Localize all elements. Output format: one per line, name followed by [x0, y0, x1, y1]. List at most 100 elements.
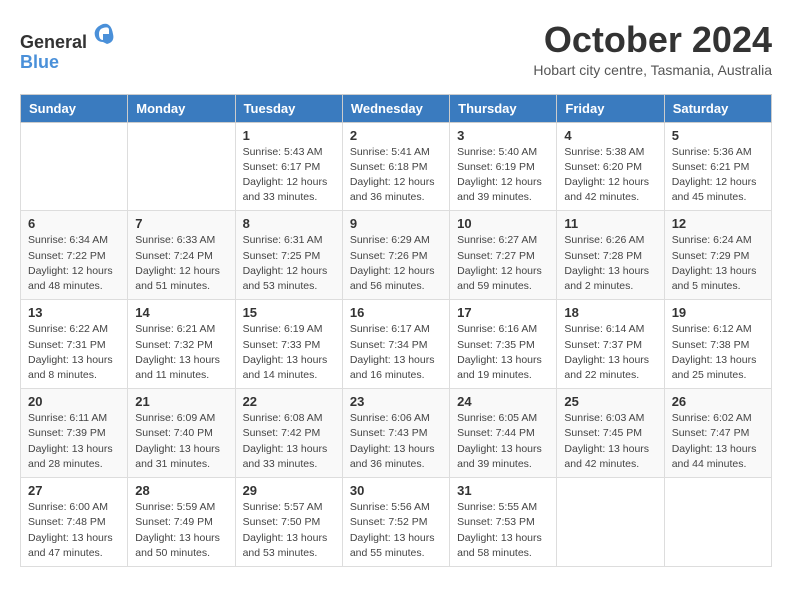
day-info: Sunrise: 6:03 AM Sunset: 7:45 PM Dayligh… [564, 411, 656, 472]
day-number: 7 [135, 216, 227, 231]
day-info: Sunrise: 6:05 AM Sunset: 7:44 PM Dayligh… [457, 411, 549, 472]
calendar-cell: 13 Sunrise: 6:22 AM Sunset: 7:31 PM Dayli… [21, 300, 128, 389]
day-info: Sunrise: 5:36 AM Sunset: 6:21 PM Dayligh… [672, 145, 764, 206]
day-info: Sunrise: 6:19 AM Sunset: 7:33 PM Dayligh… [243, 322, 335, 383]
calendar-day-header: Thursday [450, 94, 557, 122]
day-info: Sunrise: 6:11 AM Sunset: 7:39 PM Dayligh… [28, 411, 120, 472]
day-info: Sunrise: 5:41 AM Sunset: 6:18 PM Dayligh… [350, 145, 442, 206]
day-info: Sunrise: 6:14 AM Sunset: 7:37 PM Dayligh… [564, 322, 656, 383]
day-number: 17 [457, 305, 549, 320]
calendar-day-header: Monday [128, 94, 235, 122]
day-number: 25 [564, 394, 656, 409]
calendar-day-header: Wednesday [342, 94, 449, 122]
day-number: 2 [350, 128, 442, 143]
title-block: October 2024 Hobart city centre, Tasmani… [533, 20, 772, 78]
day-number: 27 [28, 483, 120, 498]
calendar-cell: 11 Sunrise: 6:26 AM Sunset: 7:28 PM Dayli… [557, 211, 664, 300]
location: Hobart city centre, Tasmania, Australia [533, 62, 772, 78]
day-number: 12 [672, 216, 764, 231]
calendar-cell: 17 Sunrise: 6:16 AM Sunset: 7:35 PM Dayli… [450, 300, 557, 389]
day-info: Sunrise: 6:31 AM Sunset: 7:25 PM Dayligh… [243, 233, 335, 294]
calendar-cell: 29Sunrise: 5:57 AM Sunset: 7:50 PM Dayli… [235, 478, 342, 567]
day-number: 31 [457, 483, 549, 498]
day-number: 20 [28, 394, 120, 409]
calendar-day-header: Sunday [21, 94, 128, 122]
calendar-cell: 30Sunrise: 5:56 AM Sunset: 7:52 PM Dayli… [342, 478, 449, 567]
calendar-cell: 20 Sunrise: 6:11 AM Sunset: 7:39 PM Dayli… [21, 389, 128, 478]
day-number: 4 [564, 128, 656, 143]
calendar-cell: 23 Sunrise: 6:06 AM Sunset: 7:43 PM Dayli… [342, 389, 449, 478]
day-info: Sunrise: 5:40 AM Sunset: 6:19 PM Dayligh… [457, 145, 549, 206]
calendar-table: SundayMondayTuesdayWednesdayThursdayFrid… [20, 94, 772, 567]
day-number: 23 [350, 394, 442, 409]
calendar-week-row: 1 Sunrise: 5:43 AM Sunset: 6:17 PM Daylig… [21, 122, 772, 211]
day-info: Sunrise: 6:08 AM Sunset: 7:42 PM Dayligh… [243, 411, 335, 472]
calendar-cell [664, 478, 771, 567]
calendar-cell: 28Sunrise: 5:59 AM Sunset: 7:49 PM Dayli… [128, 478, 235, 567]
day-info: Sunrise: 6:22 AM Sunset: 7:31 PM Dayligh… [28, 322, 120, 383]
day-info: Sunrise: 5:59 AM Sunset: 7:49 PM Dayligh… [135, 500, 227, 561]
day-number: 15 [243, 305, 335, 320]
calendar-cell: 9 Sunrise: 6:29 AM Sunset: 7:26 PM Daylig… [342, 211, 449, 300]
day-number: 3 [457, 128, 549, 143]
calendar-cell: 2 Sunrise: 5:41 AM Sunset: 6:18 PM Daylig… [342, 122, 449, 211]
calendar-cell: 19 Sunrise: 6:12 AM Sunset: 7:38 PM Dayli… [664, 300, 771, 389]
calendar-cell: 25 Sunrise: 6:03 AM Sunset: 7:45 PM Dayli… [557, 389, 664, 478]
day-number: 6 [28, 216, 120, 231]
day-number: 1 [243, 128, 335, 143]
calendar-cell: 4Sunrise: 5:38 AM Sunset: 6:20 PM Daylig… [557, 122, 664, 211]
calendar-cell: 8Sunrise: 6:31 AM Sunset: 7:25 PM Daylig… [235, 211, 342, 300]
calendar-cell [21, 122, 128, 211]
calendar-cell [128, 122, 235, 211]
day-info: Sunrise: 6:34 AM Sunset: 7:22 PM Dayligh… [28, 233, 120, 294]
calendar-week-row: 13 Sunrise: 6:22 AM Sunset: 7:31 PM Dayli… [21, 300, 772, 389]
calendar-day-header: Tuesday [235, 94, 342, 122]
calendar-day-header: Saturday [664, 94, 771, 122]
calendar-cell: 16Sunrise: 6:17 AM Sunset: 7:34 PM Dayli… [342, 300, 449, 389]
logo-blue: Blue [20, 52, 59, 72]
calendar-header-row: SundayMondayTuesdayWednesdayThursdayFrid… [21, 94, 772, 122]
day-number: 18 [564, 305, 656, 320]
calendar-cell: 15 Sunrise: 6:19 AM Sunset: 7:33 PM Dayli… [235, 300, 342, 389]
day-info: Sunrise: 5:57 AM Sunset: 7:50 PM Dayligh… [243, 500, 335, 561]
day-number: 24 [457, 394, 549, 409]
day-number: 11 [564, 216, 656, 231]
day-info: Sunrise: 6:27 AM Sunset: 7:27 PM Dayligh… [457, 233, 549, 294]
day-number: 30 [350, 483, 442, 498]
calendar-week-row: 27Sunrise: 6:00 AM Sunset: 7:48 PM Dayli… [21, 478, 772, 567]
calendar-cell: 26Sunrise: 6:02 AM Sunset: 7:47 PM Dayli… [664, 389, 771, 478]
day-info: Sunrise: 6:12 AM Sunset: 7:38 PM Dayligh… [672, 322, 764, 383]
day-number: 9 [350, 216, 442, 231]
day-info: Sunrise: 6:33 AM Sunset: 7:24 PM Dayligh… [135, 233, 227, 294]
day-info: Sunrise: 6:09 AM Sunset: 7:40 PM Dayligh… [135, 411, 227, 472]
logo: General Blue [20, 20, 117, 73]
calendar-cell: 22 Sunrise: 6:08 AM Sunset: 7:42 PM Dayli… [235, 389, 342, 478]
day-info: Sunrise: 6:06 AM Sunset: 7:43 PM Dayligh… [350, 411, 442, 472]
day-number: 13 [28, 305, 120, 320]
day-number: 10 [457, 216, 549, 231]
calendar-cell: 1 Sunrise: 5:43 AM Sunset: 6:17 PM Daylig… [235, 122, 342, 211]
day-number: 26 [672, 394, 764, 409]
day-number: 19 [672, 305, 764, 320]
day-info: Sunrise: 6:26 AM Sunset: 7:28 PM Dayligh… [564, 233, 656, 294]
day-info: Sunrise: 6:29 AM Sunset: 7:26 PM Dayligh… [350, 233, 442, 294]
day-info: Sunrise: 5:43 AM Sunset: 6:17 PM Dayligh… [243, 145, 335, 206]
calendar-cell: 12Sunrise: 6:24 AM Sunset: 7:29 PM Dayli… [664, 211, 771, 300]
day-number: 14 [135, 305, 227, 320]
calendar-cell: 24 Sunrise: 6:05 AM Sunset: 7:44 PM Dayli… [450, 389, 557, 478]
calendar-day-header: Friday [557, 94, 664, 122]
calendar-cell: 5 Sunrise: 5:36 AM Sunset: 6:21 PM Daylig… [664, 122, 771, 211]
logo-icon [89, 20, 117, 48]
calendar-cell: 14Sunrise: 6:21 AM Sunset: 7:32 PM Dayli… [128, 300, 235, 389]
day-number: 22 [243, 394, 335, 409]
calendar-cell: 3 Sunrise: 5:40 AM Sunset: 6:19 PM Daylig… [450, 122, 557, 211]
day-info: Sunrise: 6:16 AM Sunset: 7:35 PM Dayligh… [457, 322, 549, 383]
day-number: 5 [672, 128, 764, 143]
calendar-cell: 21Sunrise: 6:09 AM Sunset: 7:40 PM Dayli… [128, 389, 235, 478]
month-title: October 2024 [533, 20, 772, 60]
calendar-cell: 18 Sunrise: 6:14 AM Sunset: 7:37 PM Dayli… [557, 300, 664, 389]
calendar-week-row: 6 Sunrise: 6:34 AM Sunset: 7:22 PM Daylig… [21, 211, 772, 300]
page-header: General Blue October 2024 Hobart city ce… [20, 20, 772, 78]
calendar-cell [557, 478, 664, 567]
calendar-cell: 10 Sunrise: 6:27 AM Sunset: 7:27 PM Dayli… [450, 211, 557, 300]
